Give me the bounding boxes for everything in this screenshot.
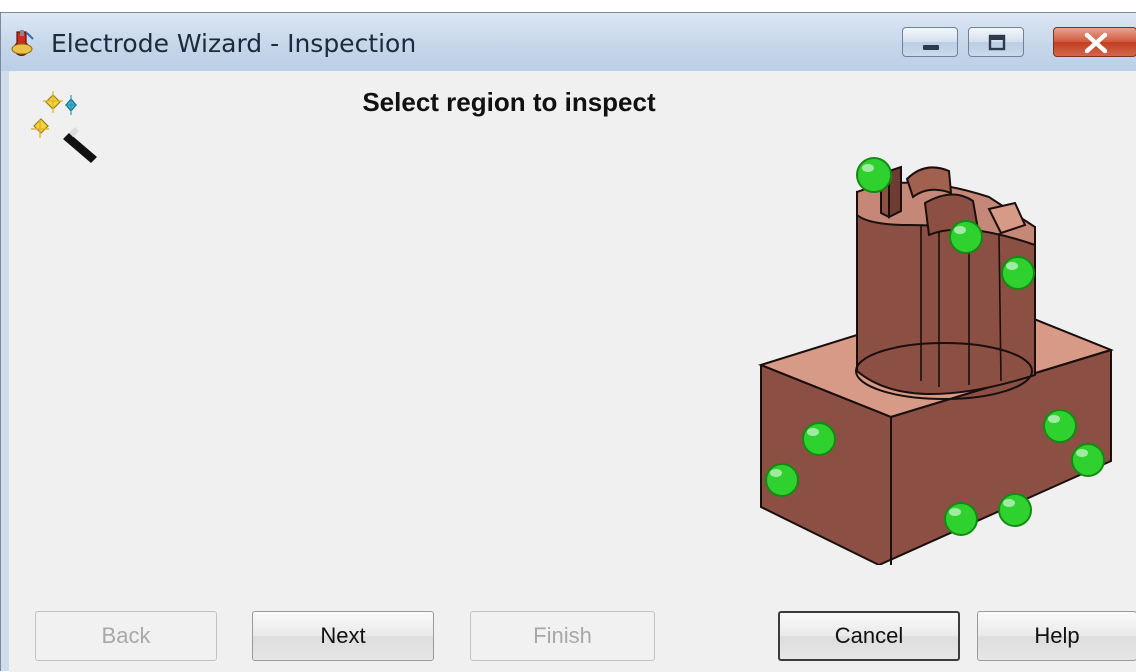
close-icon bbox=[1084, 32, 1108, 54]
maximize-button[interactable] bbox=[968, 27, 1024, 57]
title-bar[interactable]: Electrode Wizard - Inspection bbox=[1, 13, 1136, 71]
app-icon bbox=[11, 30, 34, 56]
wizard-window: Electrode Wizard - Inspection Select reg… bbox=[0, 12, 1136, 672]
window-title: Electrode Wizard - Inspection bbox=[51, 29, 417, 58]
minimize-button[interactable] bbox=[902, 27, 958, 57]
help-button[interactable]: Help bbox=[977, 611, 1136, 661]
wizard-content: Select region to inspect Back Next Finis… bbox=[9, 71, 1136, 672]
cancel-button[interactable]: Cancel bbox=[778, 611, 960, 661]
next-button[interactable]: Next bbox=[252, 611, 434, 661]
close-button[interactable] bbox=[1053, 27, 1136, 57]
back-button[interactable]: Back bbox=[35, 611, 217, 661]
electrode-illustration[interactable] bbox=[739, 75, 1136, 565]
finish-button[interactable]: Finish bbox=[470, 611, 655, 661]
maximize-icon bbox=[988, 34, 1006, 51]
minimize-icon bbox=[923, 45, 939, 50]
